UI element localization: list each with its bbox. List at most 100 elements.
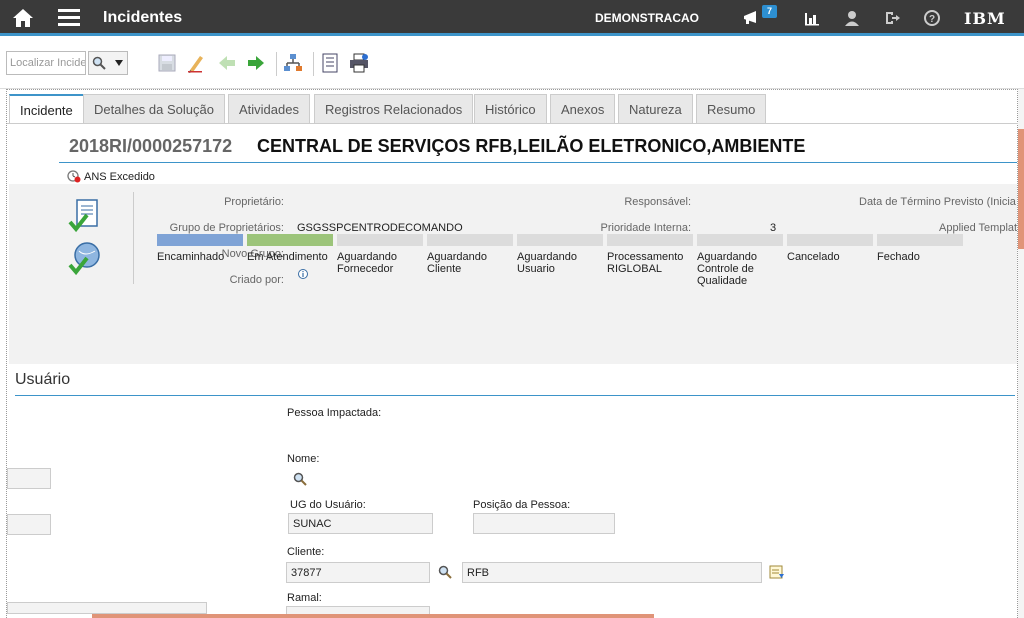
left-field-1[interactable] <box>7 468 51 489</box>
tab-natureza[interactable]: Natureza <box>618 94 693 124</box>
tab-bar: Incidente Detalhes da Solução Atividades… <box>7 94 1019 124</box>
status-step: Aguardando Cliente <box>427 234 513 275</box>
reports-icon[interactable] <box>803 9 821 27</box>
client-field[interactable]: 37877 <box>286 562 430 583</box>
owner-group-label: Grupo de Proprietários: <box>169 222 284 234</box>
status-label: Aguardando Cliente <box>427 251 487 275</box>
status-step: Fechado <box>877 234 963 263</box>
client-description-field[interactable]: RFB <box>462 562 762 583</box>
sla-exceeded-icon <box>67 170 81 183</box>
status-bar <box>607 234 693 246</box>
svg-text:?: ? <box>929 14 935 25</box>
created-by-label: Criado por: <box>229 274 284 286</box>
tab-anexos[interactable]: Anexos <box>550 94 616 124</box>
status-label: Aguardando Fornecedor <box>337 251 397 275</box>
ibm-logo: IBM <box>964 9 1006 28</box>
search-button[interactable] <box>88 51 128 75</box>
name-label: Nome: <box>287 453 320 465</box>
view-list-icon[interactable] <box>320 53 340 73</box>
status-step: Processamento RIGLOBAL <box>607 234 693 275</box>
record-id: 2018RI/0000257172 <box>69 136 233 156</box>
globe-check-icon <box>68 242 100 276</box>
print-icon[interactable] <box>349 53 369 73</box>
help-icon[interactable]: ? <box>923 9 941 27</box>
scrollbar-thumb[interactable] <box>1018 129 1024 249</box>
clear-changes-icon[interactable] <box>186 53 206 73</box>
tab-resumo[interactable]: Resumo <box>696 94 767 124</box>
status-bar <box>787 234 873 246</box>
main-content: Incidente Detalhes da Solução Atividades… <box>6 89 1019 618</box>
status-bar <box>427 234 513 246</box>
sla-status: ANS Excedido <box>67 169 155 183</box>
sla-label: ANS Excedido <box>84 171 155 183</box>
header-divider <box>59 162 1017 163</box>
top-bar: Incidentes DEMONSTRACAO 7 ? IBM <box>0 0 1024 36</box>
status-label: Processamento RIGLOBAL <box>607 251 684 275</box>
status-bar <box>877 234 963 246</box>
status-step: Aguardando Controle de Qualidade <box>697 234 783 287</box>
profile-icon[interactable] <box>843 9 861 27</box>
record-summary-panel: Proprietário: Grupo de Proprietários: GS… <box>9 184 1017 364</box>
applied-template-label: Applied Templat <box>939 222 1018 234</box>
toolbar: Localizar Incidente <box>0 39 1024 89</box>
position-field[interactable] <box>473 513 615 534</box>
horizontal-scrollbar[interactable] <box>92 614 654 618</box>
internal-priority-label: Prioridade Interna: <box>600 222 692 234</box>
workflow-icon[interactable] <box>283 53 303 73</box>
status-bar <box>157 234 243 246</box>
status-label: Cancelado <box>787 251 840 263</box>
tab-atividades[interactable]: Atividades <box>228 94 310 124</box>
user-name: DEMONSTRACAO <box>595 11 699 25</box>
left-field-2[interactable] <box>7 514 51 535</box>
status-label: Aguardando Controle de Qualidade <box>697 251 757 287</box>
end-date-label: Data de Término Previsto (Inicia <box>859 196 1016 208</box>
previous-record-icon[interactable] <box>217 53 237 73</box>
chevron-down-icon <box>115 60 123 66</box>
document-check-icon <box>68 199 98 233</box>
notification-badge: 7 <box>762 5 777 18</box>
tab-detalhes-solucao[interactable]: Detalhes da Solução <box>83 94 225 124</box>
next-record-icon[interactable] <box>246 53 266 73</box>
left-field-3[interactable] <box>7 602 207 614</box>
bulletin-icon[interactable] <box>742 9 760 27</box>
toolbar-divider <box>276 52 277 76</box>
status-bar <box>517 234 603 246</box>
owner-label: Proprietário: <box>224 196 284 208</box>
tab-historico[interactable]: Histórico <box>474 94 547 124</box>
toolbar-divider <box>313 52 314 76</box>
status-label: Em Atendimento <box>247 251 328 263</box>
save-icon[interactable] <box>157 53 177 73</box>
search-icon <box>92 56 106 70</box>
search-input[interactable]: Localizar Incidente <box>6 51 86 75</box>
status-label: Aguardando Usuario <box>517 251 577 275</box>
status-bar <box>247 234 333 246</box>
position-label: Posição da Pessoa: <box>473 499 571 511</box>
detail-menu-icon[interactable] <box>769 564 785 580</box>
owner-group-value: GSGSSPCENTRODECOMANDO <box>297 222 463 234</box>
status-step: Encaminhado <box>157 234 243 263</box>
sign-out-icon[interactable] <box>883 9 901 27</box>
search-icon[interactable] <box>438 565 452 579</box>
internal-priority-value: 3 <box>770 222 777 234</box>
ug-label: UG do Usuário: <box>290 499 366 511</box>
extension-label: Ramal: <box>287 592 322 604</box>
tab-incidente[interactable]: Incidente <box>9 94 84 124</box>
menu-icon[interactable] <box>58 9 80 27</box>
status-bar <box>697 234 783 246</box>
tab-registros-relacionados[interactable]: Registros Relacionados <box>314 94 474 124</box>
responsible-label: Responsável: <box>624 196 691 208</box>
affected-person-label: Pessoa Impactada: <box>287 407 382 419</box>
status-step: Aguardando Fornecedor <box>337 234 423 275</box>
search-icon[interactable] <box>293 472 307 486</box>
vertical-scrollbar[interactable] <box>1018 89 1024 618</box>
status-step: Cancelado <box>787 234 873 263</box>
home-icon[interactable] <box>12 7 34 29</box>
status-label: Encaminhado <box>157 251 225 263</box>
status-step: Em Atendimento <box>247 234 333 263</box>
section-divider <box>15 395 1015 396</box>
record-description: CENTRAL DE SERVIÇOS RFB,LEILÃO ELETRONIC… <box>257 136 806 156</box>
ug-field[interactable]: SUNAC <box>288 513 433 534</box>
record-header: 2018RI/0000257172 CENTRAL DE SERVIÇOS RF… <box>9 124 1017 364</box>
client-label: Cliente: <box>287 546 325 558</box>
info-icon[interactable] <box>298 269 308 279</box>
